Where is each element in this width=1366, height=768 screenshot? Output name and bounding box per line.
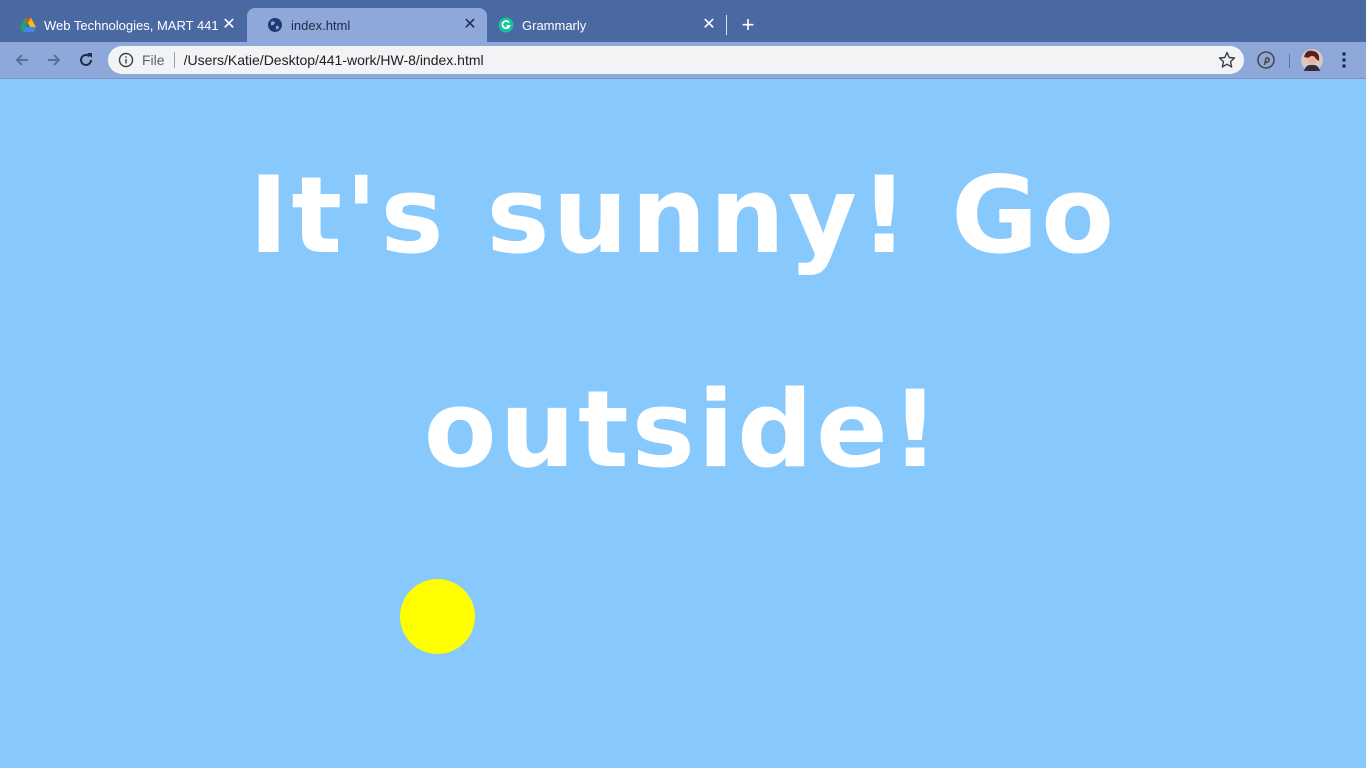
new-tab-button[interactable]: + [736,13,760,37]
info-icon[interactable] [118,52,134,68]
headline: It's sunny! Go outside! [248,154,1118,491]
google-drive-icon [20,17,36,33]
tab-title: Web Technologies, MART 441 | [44,17,220,33]
reload-icon [80,53,92,66]
kebab-menu-icon [1342,52,1346,68]
page-content: It's sunny! Go outside! [0,79,1366,768]
profile-avatar[interactable] [1301,49,1323,71]
pinterest-extension-icon[interactable] [1256,50,1276,70]
tab-grammarly[interactable]: Grammarly ✕ [478,8,726,42]
sun-circle [400,579,475,654]
close-tab-icon[interactable]: ✕ [220,16,238,34]
forward-button[interactable] [42,48,66,72]
reload-button[interactable] [74,48,98,72]
tab-strip: Web Technologies, MART 441 | ✕ index.htm… [0,0,1366,42]
tab-title: Grammarly [522,17,587,33]
address-divider [173,52,175,68]
tab-index-html[interactable]: index.html ✕ [247,8,487,42]
toolbar-separator [1289,54,1290,68]
browser-toolbar: File /Users/Katie/Desktop/441-work/HW-8/… [0,42,1366,79]
back-button[interactable] [10,48,34,72]
tab-separator [726,15,727,35]
close-tab-icon[interactable]: ✕ [700,16,718,34]
bookmark-star-icon[interactable] [1218,51,1236,69]
file-scheme-label: File [142,52,165,68]
grammarly-icon [498,17,514,33]
tab-title: index.html [291,17,351,33]
tab-web-technologies[interactable]: Web Technologies, MART 441 | ✕ [0,8,246,42]
close-tab-icon[interactable]: ✕ [461,16,479,34]
url-text[interactable]: /Users/Katie/Desktop/441-work/HW-8/index… [184,52,1218,68]
arrow-left-icon [15,54,28,66]
browser-menu-button[interactable] [1334,50,1354,70]
arrow-right-icon [48,54,61,66]
address-bar[interactable]: File /Users/Katie/Desktop/441-work/HW-8/… [108,46,1244,74]
globe-icon [267,17,283,33]
